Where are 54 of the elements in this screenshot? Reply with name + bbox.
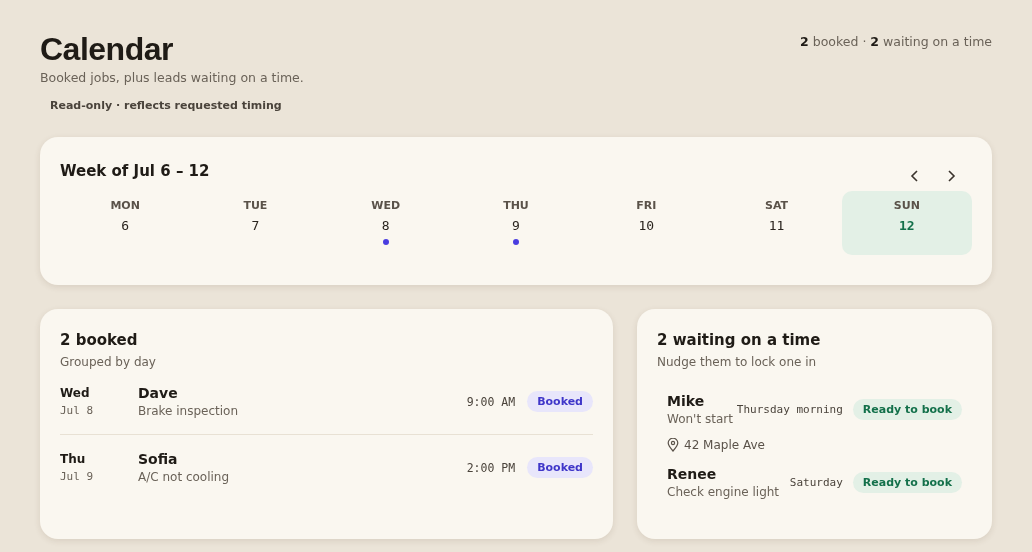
day-cell[interactable]: TUE 7 <box>190 191 321 255</box>
day-date: 12 <box>899 218 915 233</box>
day-cell[interactable]: WED 8 <box>320 191 451 255</box>
customer-name: Dave <box>138 385 179 401</box>
day-date: 7 <box>251 218 260 233</box>
day-date: 6 <box>121 218 130 233</box>
day-name: WED <box>371 199 401 212</box>
read-only-note: Read-only · reflects requested timing <box>50 99 282 112</box>
requested-time: Saturday <box>789 476 843 489</box>
day-name: THU <box>503 199 529 212</box>
status-badge: Ready to book <box>852 472 962 493</box>
job-date: Jul 8 <box>60 404 95 417</box>
day-date: 9 <box>512 218 520 233</box>
customer-name: Renee <box>667 466 718 482</box>
day-date: 8 <box>381 218 390 233</box>
service-text: A/C not cooling <box>138 470 231 484</box>
chevron-right-icon[interactable] <box>946 169 956 183</box>
day-cell[interactable]: SUN 12 <box>841 191 972 255</box>
job-day: Wed <box>60 386 138 400</box>
status-badge: Ready to book <box>852 399 962 420</box>
chevron-left-icon[interactable] <box>910 169 920 183</box>
card-title: 2 waiting on a time <box>657 331 822 349</box>
card-subtitle: Nudge them to lock one in <box>657 355 818 369</box>
job-date: Jul 9 <box>60 470 95 483</box>
day-date: 11 <box>768 218 785 233</box>
card-subtitle: Grouped by day <box>60 355 157 369</box>
job-time: 2:00 PM <box>466 460 516 475</box>
day-name: TUE <box>243 199 268 212</box>
location-text: 42 Maple Ave <box>684 438 765 452</box>
day-name: MON <box>110 199 140 212</box>
issue-text: Check engine light <box>667 485 781 499</box>
job-day: Thu <box>60 452 138 466</box>
day-date: 10 <box>638 218 655 233</box>
status-badge: Booked <box>527 391 593 412</box>
day-cell[interactable]: FRI 10 <box>581 191 712 255</box>
week-title: Week of Jul 6 – 12 <box>60 162 210 180</box>
job-time: 9:00 AM <box>466 394 516 409</box>
page-title: Calendar <box>40 30 174 68</box>
day-name: SUN <box>893 199 920 212</box>
customer-name: Sofia <box>138 451 179 467</box>
card-title: 2 booked <box>60 331 139 349</box>
page-subtitle: Booked jobs, plus leads waiting on a time. <box>40 70 304 85</box>
customer-name: Mike <box>667 393 706 409</box>
day-cell[interactable]: THU 9 <box>450 191 582 255</box>
status-badge: Booked <box>527 457 593 478</box>
day-name: FRI <box>636 199 657 212</box>
issue-text: Won't start <box>667 412 734 426</box>
service-text: Brake inspection <box>138 404 239 418</box>
day-cell[interactable]: SAT 11 <box>711 191 842 255</box>
summary-text: 2 booked · 2 waiting on a time <box>800 34 992 49</box>
requested-time: Thursday morning <box>736 403 843 416</box>
day-cell[interactable]: MON 6 <box>60 191 191 255</box>
day-name: SAT <box>765 199 789 212</box>
location-pin-icon <box>667 438 679 452</box>
